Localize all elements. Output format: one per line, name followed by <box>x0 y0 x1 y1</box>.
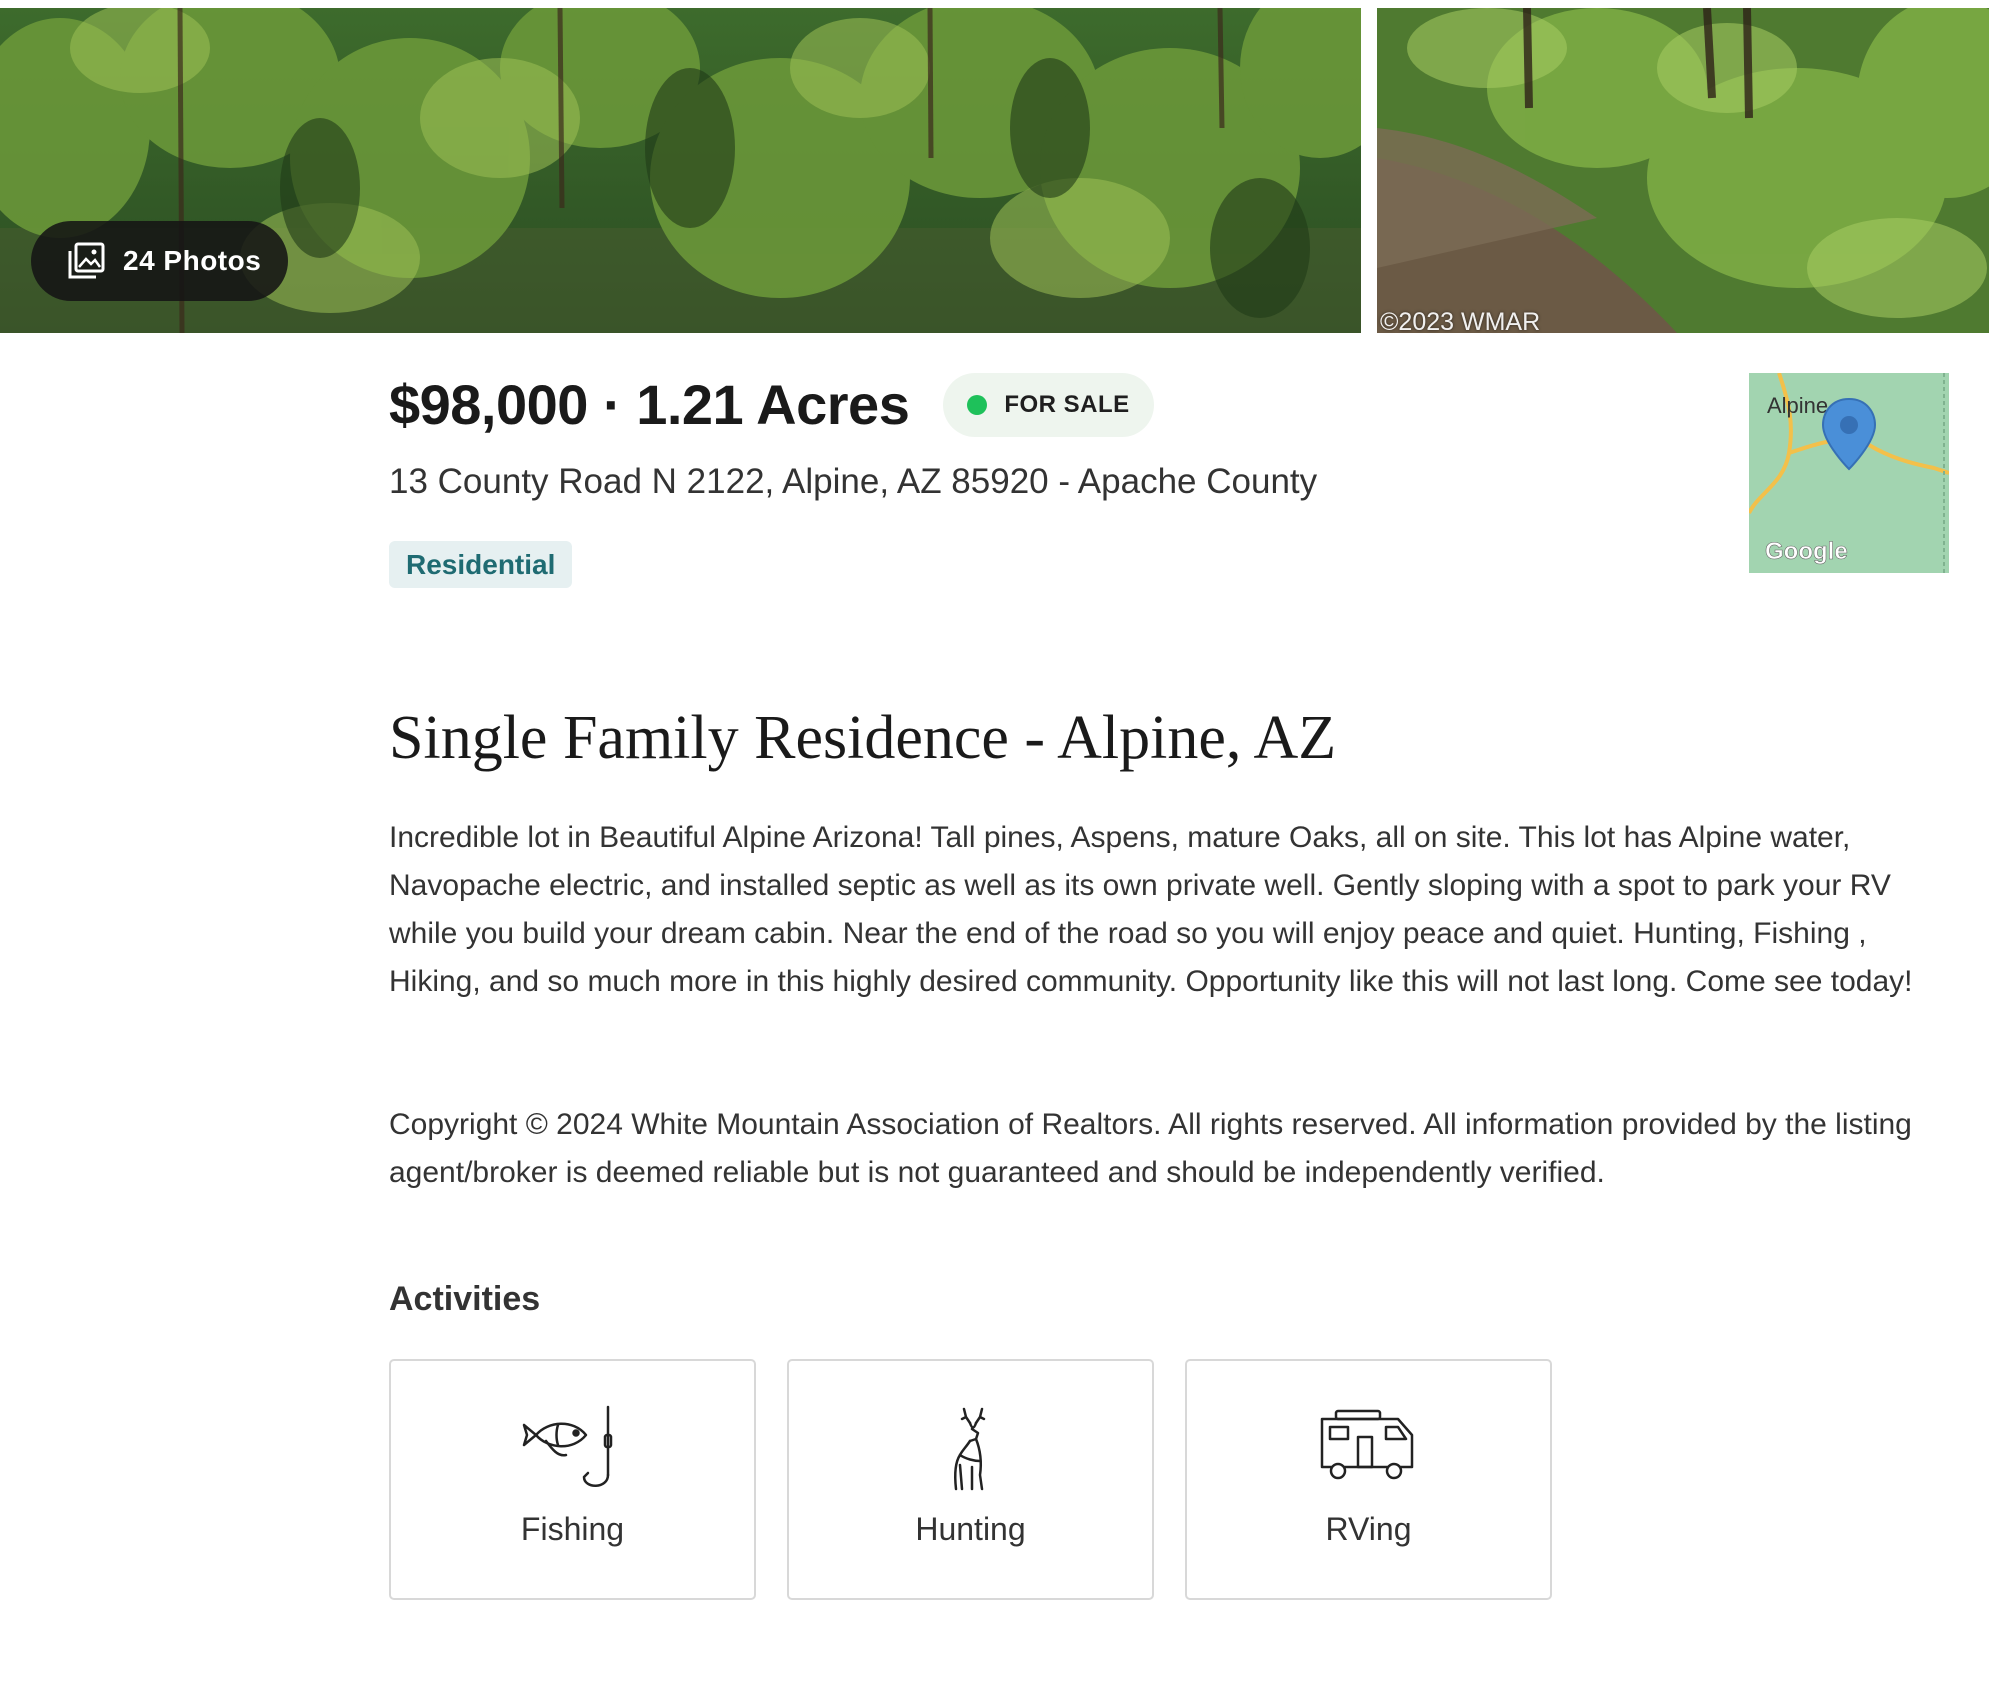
location-mini-map[interactable]: Alpine Google <box>1749 373 1949 573</box>
secondary-photo[interactable] <box>1377 8 1989 333</box>
fish-hook-icon <box>518 1405 628 1495</box>
activity-card-fishing[interactable]: Fishing <box>389 1359 756 1600</box>
activity-label: Hunting <box>915 1511 1026 1547</box>
listing-page: 24 Photos ©2023 WMAR $98,000 · 1.21 Acre… <box>0 0 1989 1701</box>
listing-description: Incredible lot in Beautiful Alpine Arizo… <box>389 821 1913 998</box>
copyright-notice: Copyright © 2024 White Mountain Associat… <box>389 1108 1912 1189</box>
photo-gallery-icon <box>66 241 106 281</box>
map-place-label: Alpine <box>1767 393 1828 418</box>
property-address: 13 County Road N 2122, Alpine, AZ 85920 … <box>389 462 1318 501</box>
property-type-tag: Residential <box>389 541 573 588</box>
status-badge: FOR SALE <box>943 372 1154 437</box>
photo-gallery: 24 Photos ©2023 WMAR <box>0 8 1989 336</box>
status-label: FOR SALE <box>1004 390 1130 418</box>
status-dot <box>967 394 988 415</box>
deer-icon <box>916 1405 1026 1495</box>
activity-card-hunting[interactable]: Hunting <box>787 1359 1154 1600</box>
activity-label: Fishing <box>520 1511 625 1547</box>
activity-label: RVing <box>1325 1511 1412 1547</box>
photos-count-label: 24 Photos <box>123 245 262 276</box>
photo-credit: ©2023 WMAR <box>1380 308 1541 336</box>
listing-heading: Single Family Residence - Alpine, AZ <box>389 704 1337 772</box>
activities-title: Activities <box>389 1280 541 1318</box>
price-line: $98,000 · 1.21 Acres FOR SALE <box>389 372 1154 437</box>
rv-icon <box>1314 1405 1424 1495</box>
map-provider-logo: Google <box>1765 538 1848 565</box>
activity-card-rving[interactable]: RVing <box>1185 1359 1552 1600</box>
view-photos-button[interactable]: 24 Photos <box>31 221 288 301</box>
price-acreage-title: $98,000 · 1.21 Acres <box>389 373 910 436</box>
